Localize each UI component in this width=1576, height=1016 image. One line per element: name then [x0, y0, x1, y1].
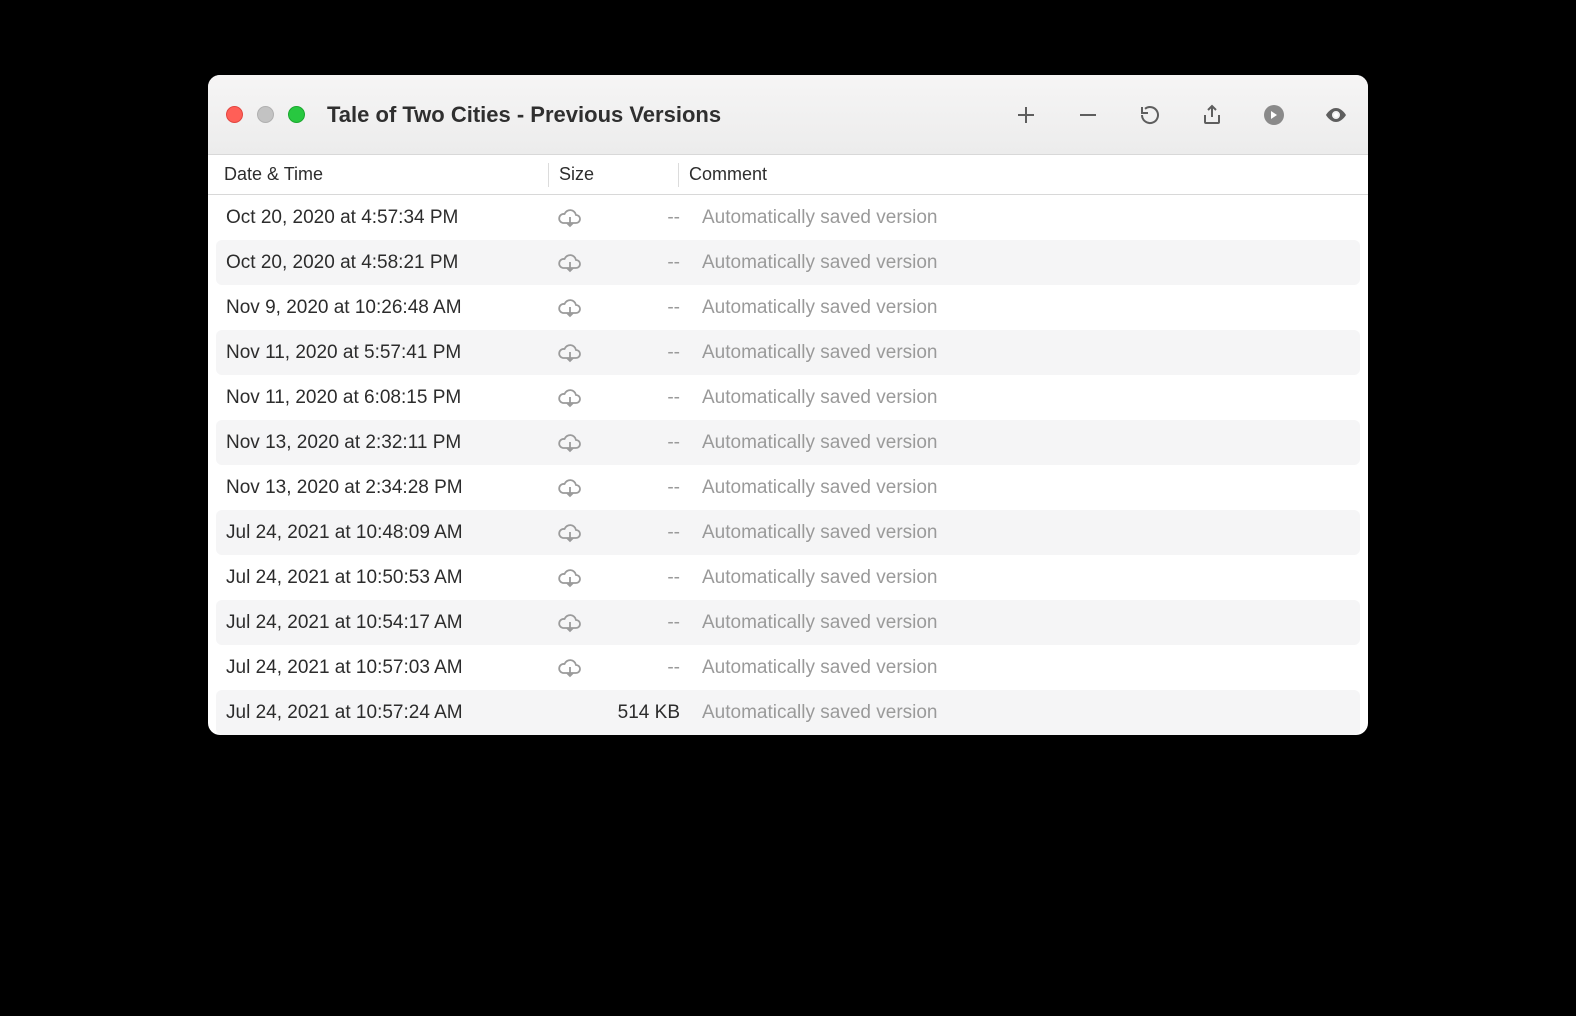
version-comment: Automatically saved version	[688, 207, 1360, 229]
preview-button[interactable]	[1322, 101, 1350, 129]
zoom-button[interactable]	[288, 106, 305, 123]
version-date: Nov 11, 2020 at 6:08:15 PM	[216, 387, 548, 409]
version-date: Nov 13, 2020 at 2:32:11 PM	[216, 432, 548, 454]
cloud-download-icon[interactable]	[548, 342, 592, 364]
table-row[interactable]: Jul 24, 2021 at 10:48:09 AM --Automatical…	[216, 510, 1360, 555]
version-size: --	[592, 567, 688, 589]
cloud-download-icon[interactable]	[548, 567, 592, 589]
table-row[interactable]: Nov 11, 2020 at 6:08:15 PM --Automaticall…	[216, 375, 1360, 420]
version-comment: Automatically saved version	[688, 387, 1360, 409]
cloud-download-icon[interactable]	[548, 387, 592, 409]
version-date: Jul 24, 2021 at 10:57:24 AM	[216, 702, 548, 724]
version-size: --	[592, 252, 688, 274]
share-button[interactable]	[1198, 101, 1226, 129]
versions-list: Oct 20, 2020 at 4:57:34 PM--Automaticall…	[208, 195, 1368, 735]
version-date: Jul 24, 2021 at 10:50:53 AM	[216, 567, 548, 589]
table-row[interactable]: Nov 9, 2020 at 10:26:48 AM --Automaticall…	[216, 285, 1360, 330]
table-row[interactable]: Nov 13, 2020 at 2:34:28 PM --Automaticall…	[216, 465, 1360, 510]
version-size: --	[592, 387, 688, 409]
cloud-download-icon[interactable]	[548, 477, 592, 499]
table-row[interactable]: Oct 20, 2020 at 4:58:21 PM --Automaticall…	[216, 240, 1360, 285]
restore-button[interactable]	[1136, 101, 1164, 129]
version-date: Jul 24, 2021 at 10:54:17 AM	[216, 612, 548, 634]
version-comment: Automatically saved version	[688, 657, 1360, 679]
version-comment: Automatically saved version	[688, 297, 1360, 319]
remove-button[interactable]	[1074, 101, 1102, 129]
close-button[interactable]	[226, 106, 243, 123]
table-row[interactable]: Nov 11, 2020 at 5:57:41 PM --Automaticall…	[216, 330, 1360, 375]
version-date: Nov 11, 2020 at 5:57:41 PM	[216, 342, 548, 364]
table-row[interactable]: Oct 20, 2020 at 4:57:34 PM --Automaticall…	[216, 195, 1360, 240]
table-row[interactable]: Nov 13, 2020 at 2:32:11 PM --Automaticall…	[216, 420, 1360, 465]
version-comment: Automatically saved version	[688, 477, 1360, 499]
cloud-download-icon[interactable]	[548, 612, 592, 634]
versions-window: Tale of Two Cities - Previous Versions	[208, 75, 1368, 735]
table-header: Date & Time Size Comment	[208, 155, 1368, 195]
version-comment: Automatically saved version	[688, 342, 1360, 364]
cloud-download-icon[interactable]	[548, 297, 592, 319]
cloud-download-icon[interactable]	[548, 207, 592, 229]
version-size: --	[592, 342, 688, 364]
column-header-comment[interactable]: Comment	[678, 163, 1368, 187]
version-date: Jul 24, 2021 at 10:48:09 AM	[216, 522, 548, 544]
minimize-button[interactable]	[257, 106, 274, 123]
toolbar-actions	[1012, 101, 1350, 129]
version-date: Nov 9, 2020 at 10:26:48 AM	[216, 297, 548, 319]
version-size: 514 KB	[592, 702, 688, 724]
cloud-download-icon[interactable]	[548, 432, 592, 454]
cloud-download-icon[interactable]	[548, 522, 592, 544]
table-row[interactable]: Jul 24, 2021 at 10:57:24 AM 514 KBAutomat…	[216, 690, 1360, 735]
version-comment: Automatically saved version	[688, 432, 1360, 454]
version-size: --	[592, 207, 688, 229]
version-size: --	[592, 477, 688, 499]
open-button[interactable]	[1260, 101, 1288, 129]
table-row[interactable]: Jul 24, 2021 at 10:50:53 AM --Automatical…	[216, 555, 1360, 600]
version-comment: Automatically saved version	[688, 567, 1360, 589]
add-button[interactable]	[1012, 101, 1040, 129]
version-date: Oct 20, 2020 at 4:57:34 PM	[216, 207, 548, 229]
titlebar: Tale of Two Cities - Previous Versions	[208, 75, 1368, 155]
column-header-date[interactable]: Date & Time	[208, 164, 548, 185]
version-size: --	[592, 432, 688, 454]
window-controls	[226, 106, 305, 123]
version-date: Nov 13, 2020 at 2:34:28 PM	[216, 477, 548, 499]
version-date: Jul 24, 2021 at 10:57:03 AM	[216, 657, 548, 679]
version-size: --	[592, 657, 688, 679]
table-row[interactable]: Jul 24, 2021 at 10:57:03 AM --Automatical…	[216, 645, 1360, 690]
column-header-size[interactable]: Size	[548, 163, 678, 187]
version-comment: Automatically saved version	[688, 522, 1360, 544]
version-comment: Automatically saved version	[688, 612, 1360, 634]
version-size: --	[592, 297, 688, 319]
cloud-download-icon[interactable]	[548, 252, 592, 274]
version-comment: Automatically saved version	[688, 702, 1360, 724]
version-date: Oct 20, 2020 at 4:58:21 PM	[216, 252, 548, 274]
version-comment: Automatically saved version	[688, 252, 1360, 274]
table-row[interactable]: Jul 24, 2021 at 10:54:17 AM --Automatical…	[216, 600, 1360, 645]
cloud-download-icon[interactable]	[548, 657, 592, 679]
version-size: --	[592, 612, 688, 634]
version-size: --	[592, 522, 688, 544]
window-title: Tale of Two Cities - Previous Versions	[327, 102, 721, 128]
